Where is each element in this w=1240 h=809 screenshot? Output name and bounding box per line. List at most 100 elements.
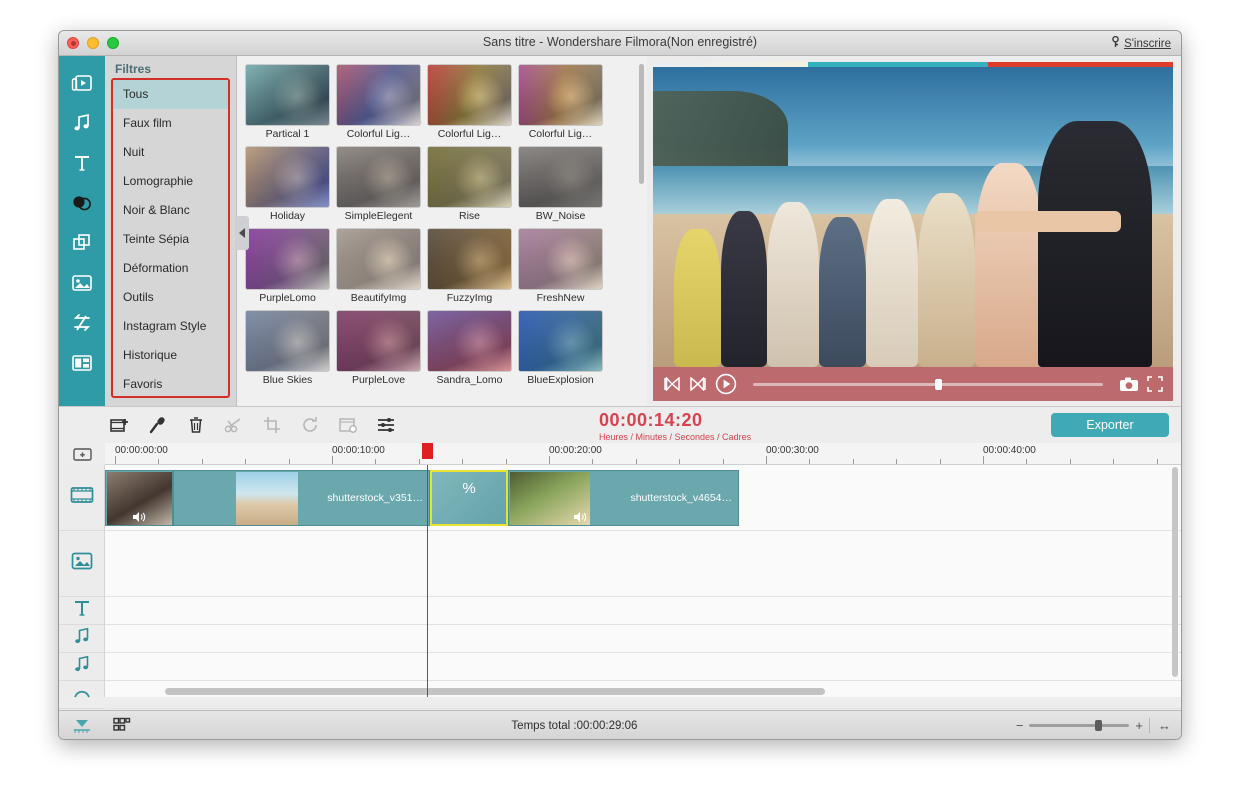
sidebar-item-transitions[interactable] [64, 304, 100, 342]
play-button[interactable] [715, 373, 737, 395]
filter-category-outils[interactable]: Outils [113, 283, 228, 312]
music-track-header[interactable] [59, 625, 104, 653]
fit-width-icon[interactable]: ↔ [1149, 718, 1171, 733]
timeline-vertical-scrollbar[interactable] [1172, 467, 1178, 677]
add-track-button[interactable] [71, 445, 95, 463]
filter-category-instagram-style[interactable]: Instagram Style [113, 312, 228, 341]
video-preview[interactable] [653, 67, 1173, 367]
playhead[interactable] [422, 443, 433, 697]
filter-thumbnail[interactable] [336, 310, 421, 372]
seek-handle[interactable] [935, 378, 942, 390]
music-track-lane[interactable] [105, 625, 1181, 653]
camera-icon[interactable] [1119, 377, 1139, 392]
timeline-horizontal-scrollbar[interactable] [105, 688, 1165, 695]
filter-thumbnail-cell[interactable]: Sandra_Lomo [427, 310, 518, 386]
filter-thumbnail[interactable] [336, 64, 421, 126]
filter-category-nuit[interactable]: Nuit [113, 138, 228, 167]
filter-thumbnail-cell[interactable]: Partical 1 [245, 64, 336, 140]
filter-thumbnail-cell[interactable]: FreshNew [518, 228, 609, 304]
grid-view-icon[interactable] [113, 717, 133, 735]
download-tray-icon[interactable] [59, 718, 105, 734]
image-track-header[interactable] [59, 531, 104, 597]
filter-thumbnail[interactable] [427, 310, 512, 372]
filter-thumbnail[interactable] [518, 146, 603, 208]
filter-thumbnail-cell[interactable]: Blue Skies [245, 310, 336, 386]
filter-thumbnail[interactable] [518, 310, 603, 372]
scrollbar-thumb[interactable] [165, 688, 825, 695]
video-track-lane[interactable]: shutterstock_v351… % shutterstock_v4654… [105, 465, 1181, 531]
filter-thumbnail-cell[interactable]: BeautifyImg [336, 228, 427, 304]
filter-grid-scrollbar[interactable] [639, 64, 644, 184]
filter-thumbnail[interactable] [518, 64, 603, 126]
filter-thumbnail[interactable] [245, 146, 330, 208]
text-track-header[interactable] [59, 597, 104, 625]
sidebar-item-audio[interactable] [64, 104, 100, 142]
filter-thumbnail[interactable] [245, 228, 330, 290]
filter-thumbnail[interactable] [336, 146, 421, 208]
equalizer-icon[interactable] [375, 414, 397, 436]
filter-category-tous[interactable]: Tous [113, 80, 228, 109]
sidebar-item-split-screen[interactable] [64, 344, 100, 382]
microphone-icon[interactable] [147, 414, 169, 436]
filter-thumbnail-cell[interactable]: Colorful Lig… [336, 64, 427, 140]
timeline-ruler[interactable]: 00:00:00:00 00:00:10:00 00:00:20:00 00:00:3… [105, 443, 1181, 465]
zoom-in-button[interactable]: + [1135, 718, 1143, 733]
music-track-header-2[interactable] [59, 653, 104, 681]
sidebar-item-filters[interactable] [64, 184, 100, 222]
filter-thumbnail[interactable] [427, 64, 512, 126]
table-row[interactable]: shutterstock_v4654… [508, 470, 739, 526]
speed-scissors-icon[interactable] [223, 414, 245, 436]
sidebar-item-elements[interactable] [64, 264, 100, 302]
filter-thumbnail[interactable] [245, 64, 330, 126]
window-gear-icon[interactable] [337, 414, 359, 436]
filter-thumbnail-cell[interactable]: BW_Noise [518, 146, 609, 222]
trash-icon[interactable] [185, 414, 207, 436]
filter-thumbnail-cell[interactable]: Rise [427, 146, 518, 222]
table-row[interactable] [105, 470, 173, 526]
filter-thumbnail[interactable] [336, 228, 421, 290]
filter-thumbnail[interactable] [245, 310, 330, 372]
extra-track-header[interactable] [59, 681, 104, 709]
filter-thumbnail-cell[interactable]: Holiday [245, 146, 336, 222]
filter-thumbnail-cell[interactable]: PurpleLove [336, 310, 427, 386]
filter-category-favoris[interactable]: Favoris [113, 370, 228, 396]
filter-thumbnail-cell[interactable]: FuzzyImg [427, 228, 518, 304]
crop-icon[interactable] [261, 414, 283, 436]
extra-track-lane[interactable] [105, 681, 1181, 709]
rotate-icon[interactable] [299, 414, 321, 436]
fullscreen-icon[interactable] [1147, 376, 1163, 392]
music-track-lane-2[interactable] [105, 653, 1181, 681]
panel-collapse-handle[interactable] [235, 216, 249, 250]
export-button[interactable]: Exporter [1051, 413, 1169, 437]
filter-thumbnail-cell[interactable]: Colorful Lig… [427, 64, 518, 140]
filter-thumbnail-cell[interactable]: SimpleElegent [336, 146, 427, 222]
filter-thumbnail[interactable] [518, 228, 603, 290]
skip-forward-icon[interactable] [689, 377, 707, 391]
filter-category-noir-blanc[interactable]: Noir & Blanc [113, 196, 228, 225]
zoom-slider-handle[interactable] [1095, 720, 1103, 731]
text-track-lane[interactable] [105, 597, 1181, 625]
filter-category-historique[interactable]: Historique [113, 341, 228, 370]
filter-thumbnail[interactable] [427, 146, 512, 208]
add-media-icon[interactable] [109, 414, 131, 436]
image-track-lane[interactable] [105, 531, 1181, 597]
filter-category-lomographie[interactable]: Lomographie [113, 167, 228, 196]
playhead-handle[interactable] [422, 443, 433, 457]
filter-thumbnail-cell[interactable]: PurpleLomo [245, 228, 336, 304]
skip-back-icon[interactable] [663, 377, 681, 391]
filter-thumbnail[interactable] [427, 228, 512, 290]
filter-category-deformation[interactable]: Déformation [113, 254, 228, 283]
video-track-header[interactable] [59, 465, 104, 531]
filter-category-teinte-sepia[interactable]: Teinte Sépia [113, 225, 228, 254]
table-row[interactable]: shutterstock_v351… [173, 470, 430, 526]
filter-category-faux-film[interactable]: Faux film [113, 109, 228, 138]
zoom-slider[interactable] [1029, 720, 1130, 731]
track-lanes[interactable]: shutterstock_v351… % shutterstock_v4654… [105, 443, 1181, 709]
sidebar-item-media[interactable] [64, 64, 100, 102]
transition-clip[interactable]: % [430, 470, 508, 526]
sidebar-item-overlays[interactable] [64, 224, 100, 262]
sidebar-item-titles[interactable] [64, 144, 100, 182]
signup-link[interactable]: S'inscrire [1111, 35, 1171, 51]
zoom-out-button[interactable]: − [1016, 718, 1024, 733]
filter-thumbnail-cell[interactable]: Colorful Lig… [518, 64, 609, 140]
